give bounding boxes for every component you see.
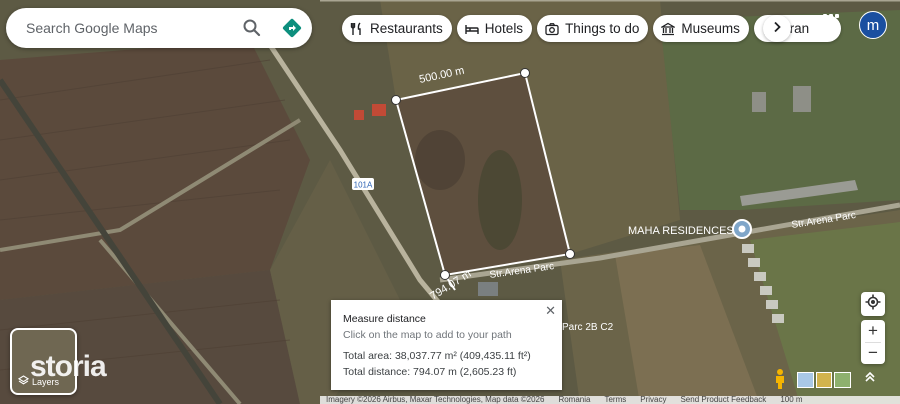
chips-next-button[interactable] — [763, 15, 791, 42]
panel-title: Measure distance — [343, 313, 426, 325]
measure-distance-panel: Measure distance Click on the map to add… — [331, 300, 562, 390]
chevron-right-icon — [772, 21, 782, 36]
chip-label: Things to do — [565, 21, 640, 36]
imagery-credit: Imagery ©2026 Airbus, Maxar Technologies… — [326, 396, 545, 404]
attribution-bar: Imagery ©2026 Airbus, Maxar Technologies… — [320, 396, 900, 404]
scale-label[interactable]: 100 m — [780, 396, 802, 404]
building — [354, 110, 364, 120]
chip-restaurants[interactable]: Restaurants — [342, 15, 452, 42]
building — [372, 104, 386, 116]
imagery-thumbnails[interactable] — [797, 372, 852, 388]
bed-icon — [465, 22, 479, 36]
country-link[interactable]: Romania — [558, 396, 590, 404]
building — [752, 92, 766, 112]
building — [478, 282, 498, 296]
account-avatar[interactable]: m — [859, 11, 887, 39]
pegman-icon[interactable] — [771, 368, 789, 390]
close-icon[interactable]: ✕ — [545, 303, 556, 319]
chip-museums[interactable]: Museums — [653, 15, 749, 42]
panel-instructions: Click on the map to add to your path — [343, 329, 512, 341]
total-distance: Total distance: 794.07 m (2,605.23 ft) — [343, 366, 517, 378]
chip-label: Museums — [681, 21, 740, 36]
zoom-controls: + − — [861, 320, 885, 364]
crosshair-icon — [865, 294, 881, 315]
chip-hotels[interactable]: Hotels — [456, 15, 533, 42]
camera-icon — [545, 22, 559, 36]
apps-grid-icon[interactable] — [823, 14, 843, 34]
chip-label: Restaurants — [370, 21, 443, 36]
measure-point[interactable] — [520, 68, 530, 78]
terms-link[interactable]: Terms — [604, 396, 626, 404]
measure-point[interactable] — [391, 95, 401, 105]
directions-icon[interactable] — [272, 8, 312, 48]
chip-label: Hotels — [484, 21, 524, 36]
expand-up-icon[interactable] — [864, 370, 876, 386]
svg-text:101A: 101A — [354, 181, 373, 190]
plowed-field — [0, 40, 310, 300]
privacy-link[interactable]: Privacy — [640, 396, 666, 404]
search-icon[interactable] — [232, 8, 272, 48]
search-input[interactable]: Search Google Maps — [26, 20, 232, 36]
my-location-button[interactable] — [861, 292, 885, 316]
chip-things-to-do[interactable]: Things to do — [537, 15, 649, 42]
building — [793, 86, 811, 112]
place-pin-icon[interactable] — [732, 219, 752, 239]
road-shield-101a: 101A — [352, 178, 374, 190]
watermark-logo: storia — [30, 350, 107, 383]
place-label[interactable]: Parc 2B C2 — [562, 322, 614, 333]
measure-point[interactable] — [440, 270, 450, 280]
zoom-in-button[interactable]: + — [868, 321, 878, 342]
museum-icon — [661, 22, 676, 36]
fork-knife-icon — [350, 22, 364, 36]
total-area: Total area: 38,037.77 m² (409,435.11 ft²… — [343, 350, 531, 362]
place-label[interactable]: MAHA RESIDENCES — [628, 225, 734, 237]
feedback-link[interactable]: Send Product Feedback — [680, 396, 766, 404]
zoom-out-button[interactable]: − — [868, 343, 878, 364]
search-box[interactable]: Search Google Maps — [6, 8, 312, 48]
layers-icon — [17, 375, 30, 388]
measure-point[interactable] — [565, 249, 575, 259]
